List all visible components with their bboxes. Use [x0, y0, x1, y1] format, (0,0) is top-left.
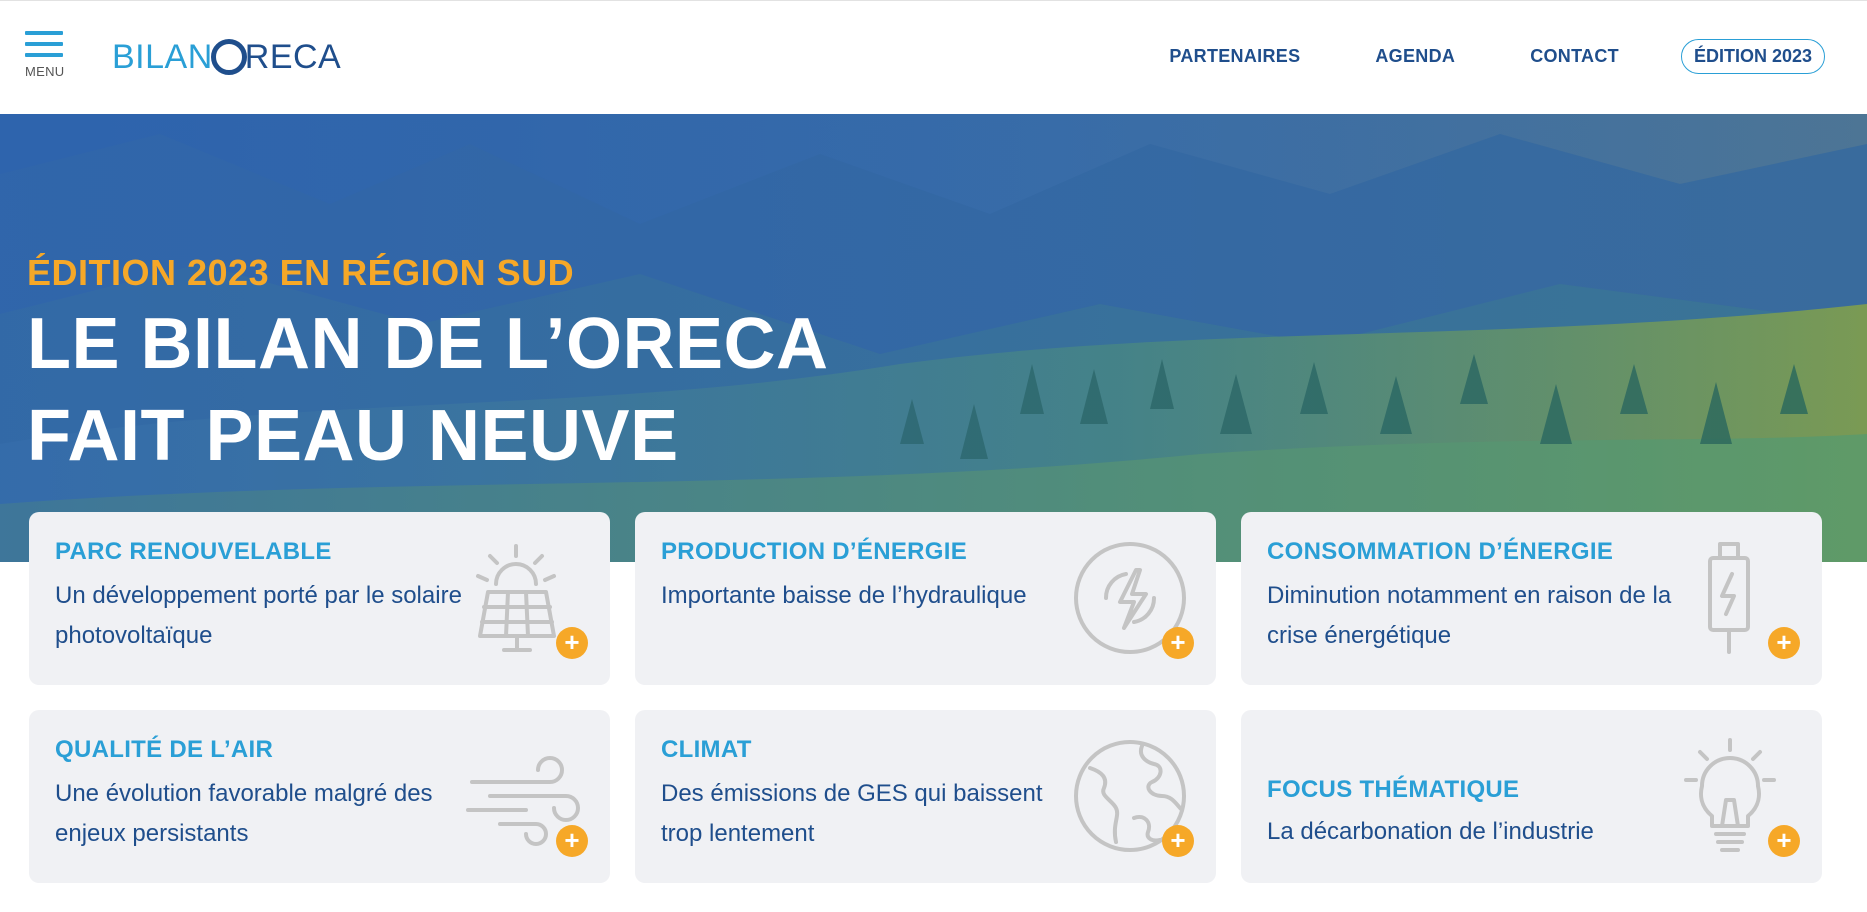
- logo-part-reca: RECA: [244, 37, 342, 76]
- main-nav: PARTENAIRES AGENDA CONTACT ÉDITION 2023: [1094, 39, 1825, 74]
- card-focus-thematique[interactable]: FOCUS THÉMATIQUE La décarbonation de l’i…: [1241, 710, 1822, 883]
- hero-subtitle: ÉDITION 2023 EN RÉGION SUD: [27, 252, 575, 293]
- card-description: Une évolution favorable malgré des enjeu…: [55, 780, 433, 847]
- menu-label: MENU: [25, 64, 65, 79]
- page: MENU BILAN RECA PARTENAIRES AGENDA CONTA…: [0, 0, 1867, 912]
- expand-plus-icon[interactable]: +: [556, 627, 588, 659]
- expand-plus-icon[interactable]: +: [1162, 627, 1194, 659]
- edition-2023-button[interactable]: ÉDITION 2023: [1680, 39, 1825, 74]
- expand-plus-icon[interactable]: +: [1162, 825, 1194, 857]
- menu-button[interactable]: MENU: [25, 31, 71, 83]
- hero-text: ÉDITION 2023 EN RÉGION SUD LE BILAN DE L…: [27, 252, 829, 482]
- expand-plus-icon[interactable]: +: [556, 825, 588, 857]
- hamburger-icon: [25, 31, 63, 35]
- nav-partenaires[interactable]: PARTENAIRES: [1169, 46, 1300, 67]
- card-description: La décarbonation de l’industrie: [1267, 818, 1594, 845]
- site-logo[interactable]: BILAN RECA: [112, 35, 341, 79]
- nav-contact[interactable]: CONTACT: [1530, 46, 1619, 67]
- card-description: Importante baisse de l’hydraulique: [661, 582, 1027, 609]
- expand-plus-icon[interactable]: +: [1768, 627, 1800, 659]
- hero-title: LE BILAN DE L’ORECA FAIT PEAU NEUVE: [27, 298, 829, 482]
- card-description: Diminution notamment en raison de la cri…: [1267, 582, 1672, 649]
- logo-circle-icon: [210, 39, 247, 75]
- hamburger-icon-bar: [25, 53, 63, 57]
- logo-part-bilan: BILAN: [112, 37, 213, 76]
- topic-cards-grid: PARC RENOUVELABLE Un développement porté…: [29, 512, 1823, 883]
- card-description: Des émissions de GES qui baissent trop l…: [661, 780, 1043, 847]
- hero-title-line-2: FAIT PEAU NEUVE: [27, 396, 679, 476]
- hero-banner: ÉDITION 2023 EN RÉGION SUD LE BILAN DE L…: [0, 114, 1867, 562]
- nav-agenda[interactable]: AGENDA: [1375, 46, 1455, 67]
- hero-title-line-1: LE BILAN DE L’ORECA: [27, 304, 829, 384]
- expand-plus-icon[interactable]: +: [1768, 825, 1800, 857]
- card-parc-renouvelable[interactable]: PARC RENOUVELABLE Un développement porté…: [29, 512, 610, 685]
- card-description: Un développement porté par le solaire ph…: [55, 582, 462, 649]
- card-climat[interactable]: CLIMAT Des émissions de GES qui baissent…: [635, 710, 1216, 883]
- card-consommation-energie[interactable]: CONSOMMATION D’ÉNERGIE Diminution notamm…: [1241, 512, 1822, 685]
- site-header: MENU BILAN RECA PARTENAIRES AGENDA CONTA…: [0, 0, 1867, 114]
- hamburger-icon-bar: [25, 42, 63, 46]
- card-production-energie[interactable]: PRODUCTION D’ÉNERGIE Importante baisse d…: [635, 512, 1216, 685]
- card-qualite-air[interactable]: QUALITÉ DE L’AIR Une évolution favorable…: [29, 710, 610, 883]
